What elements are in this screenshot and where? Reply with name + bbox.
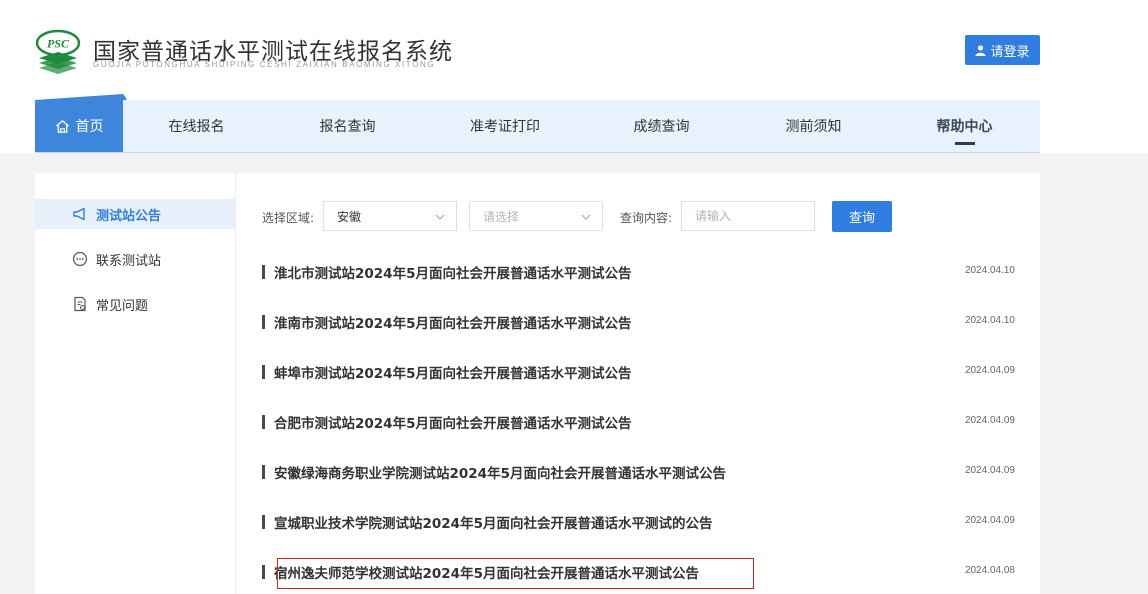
- province-select[interactable]: 安徽: [323, 201, 457, 231]
- notice-bullet: [262, 415, 265, 429]
- megaphone-icon: [73, 207, 85, 221]
- notice-item[interactable]: 宿州逸夫师范学校测试站2024年5月面向社会开展普通话水平测试公告 2024.0…: [262, 553, 1017, 591]
- nav-item-registration-query[interactable]: 报名查询: [299, 100, 396, 152]
- sidebar-item-label: 测试站公告: [96, 208, 162, 224]
- notice-title[interactable]: 淮南市测试站2024年5月面向社会开展普通话水平测试公告: [274, 312, 631, 332]
- nav-item-online-registration[interactable]: 在线报名: [148, 100, 245, 152]
- notice-date: 2024.04.08: [964, 565, 1015, 576]
- search-button[interactable]: 查询: [832, 201, 892, 232]
- site-subtitle: GUOJIA PUTONGHUA SHUIPING CESHI ZAIXIAN …: [93, 60, 436, 69]
- sidebar-item-label: 联系测试站: [96, 253, 162, 269]
- notice-date: 2024.04.10: [964, 265, 1015, 276]
- region-label: 选择区域:: [262, 211, 315, 225]
- user-icon: [975, 44, 987, 56]
- psc-logo: PSC: [35, 29, 81, 74]
- notice-date: 2024.04.10: [964, 315, 1015, 326]
- sidebar-item-label: 常见问题: [96, 298, 149, 314]
- sidebar-item-faq[interactable]: 常见问题: [35, 289, 236, 319]
- notice-bullet: [262, 515, 265, 529]
- notice-bullet: [262, 265, 265, 279]
- notice-date: 2024.04.09: [964, 465, 1015, 476]
- nav-item-score-query[interactable]: 成绩查询: [613, 100, 710, 152]
- notice-date: 2024.04.09: [964, 515, 1015, 526]
- notice-item[interactable]: 淮南市测试站2024年5月面向社会开展普通话水平测试公告 2024.04.10: [262, 303, 1017, 341]
- filter-bar: 选择区域: 安徽 请选择 查询内容: 查询: [262, 201, 962, 232]
- city-select-placeholder: 请选择: [483, 209, 520, 224]
- notice-bullet: [262, 565, 265, 579]
- sidebar-item-contact-station[interactable]: 联系测试站: [35, 244, 236, 274]
- login-button[interactable]: 请登录: [965, 35, 1040, 65]
- search-input[interactable]: [681, 201, 815, 231]
- notice-date: 2024.04.09: [964, 415, 1015, 426]
- sidebar-item-station-notices[interactable]: 测试站公告: [35, 199, 236, 229]
- notice-bullet: [262, 465, 265, 479]
- notice-date: 2024.04.09: [964, 365, 1015, 376]
- content-label: 查询内容:: [620, 211, 673, 225]
- svg-text:PSC: PSC: [47, 37, 70, 51]
- notice-title[interactable]: 宿州逸夫师范学校测试站2024年5月面向社会开展普通话水平测试公告: [274, 562, 699, 582]
- nav-item-pretest-notice[interactable]: 测前须知: [765, 100, 862, 152]
- nav-active-indicator: [955, 142, 975, 145]
- notice-title[interactable]: 安徽绿海商务职业学院测试站2024年5月面向社会开展普通话水平测试公告: [274, 462, 726, 482]
- notice-bullet: [262, 315, 265, 329]
- province-select-value: 安徽: [337, 209, 362, 224]
- nav-item-admission-ticket[interactable]: 准考证打印: [455, 100, 555, 152]
- nav-item-label: 首页: [75, 119, 104, 135]
- document-question-icon: [74, 296, 86, 312]
- notice-item[interactable]: 宣城职业技术学院测试站2024年5月面向社会开展普通话水平测试的公告 2024.…: [262, 503, 1017, 541]
- notice-item[interactable]: 安徽绿海商务职业学院测试站2024年5月面向社会开展普通话水平测试公告 2024…: [262, 453, 1017, 491]
- notice-item[interactable]: 蚌埠市测试站2024年5月面向社会开展普通话水平测试公告 2024.04.09: [262, 353, 1017, 391]
- notice-title[interactable]: 淮北市测试站2024年5月面向社会开展普通话水平测试公告: [274, 262, 631, 282]
- notice-item[interactable]: 淮北市测试站2024年5月面向社会开展普通话水平测试公告 2024.04.10: [262, 253, 1017, 291]
- login-label: 请登录: [990, 44, 1030, 60]
- notice-title[interactable]: 宣城职业技术学院测试站2024年5月面向社会开展普通话水平测试的公告: [274, 512, 712, 532]
- nav-item-home[interactable]: 首页: [35, 100, 123, 152]
- chevron-down-icon: [581, 214, 591, 220]
- chevron-down-icon: [435, 214, 445, 220]
- chat-icon: [72, 251, 88, 267]
- notice-title[interactable]: 合肥市测试站2024年5月面向社会开展普通话水平测试公告: [274, 412, 631, 432]
- sidebar: 测试站公告 联系测试站 常见问题: [35, 173, 236, 594]
- notice-title[interactable]: 蚌埠市测试站2024年5月面向社会开展普通话水平测试公告: [274, 362, 631, 382]
- notice-item[interactable]: 合肥市测试站2024年5月面向社会开展普通话水平测试公告 2024.04.09: [262, 403, 1017, 441]
- home-icon: [55, 119, 69, 133]
- main-nav: 首页 在线报名 报名查询 准考证打印 成绩查询 测前须知 帮助中心: [35, 100, 1040, 153]
- city-select[interactable]: 请选择: [469, 201, 603, 231]
- notice-bullet: [262, 365, 265, 379]
